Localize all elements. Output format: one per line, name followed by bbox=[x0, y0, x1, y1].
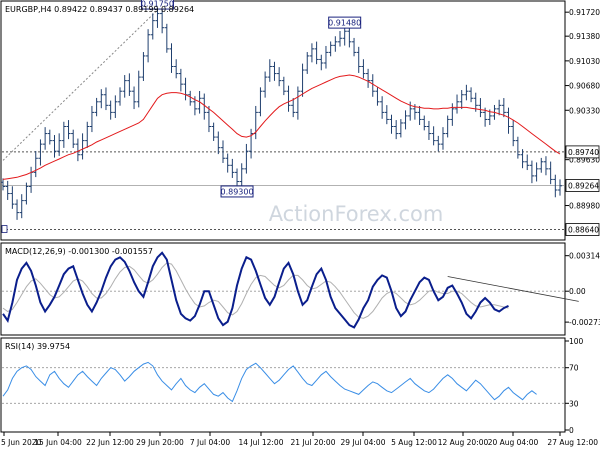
rsi-y-tick-label: 30 bbox=[569, 399, 579, 408]
x-tick-label: 27 Aug 12:00 bbox=[547, 438, 598, 447]
chart-svg: ActionForex.com 0.917500.914800.89300 0.… bbox=[0, 0, 600, 450]
price-tag-label: 0.89264 bbox=[568, 181, 599, 190]
x-tick-label: 29 Jun 20:00 bbox=[136, 438, 184, 447]
rsi-header: RSI(14) 39.9754 bbox=[5, 342, 70, 351]
macd-y-tick-label: 0.003143 bbox=[569, 252, 600, 261]
x-tick-label: 22 Jun 12:00 bbox=[86, 438, 134, 447]
price-y-tick-label: 0.91380 bbox=[569, 32, 600, 41]
price-y-tick-label: 0.88980 bbox=[569, 202, 600, 211]
rsi-y-tick-label: 70 bbox=[569, 364, 579, 373]
x-tick-label: 14 Jul 12:00 bbox=[239, 438, 284, 447]
rsi-y-tick-label: 100 bbox=[569, 337, 584, 346]
price-tag-label: 0.88640 bbox=[568, 226, 599, 235]
price-y-tick-label: 0.90330 bbox=[569, 106, 600, 115]
macd-header: MACD(12,26,9) -0.001300 -0.001557 bbox=[5, 247, 153, 256]
watermark: ActionForex.com bbox=[269, 202, 444, 226]
corner-marker-box bbox=[1, 225, 8, 233]
price-y-tick-label: 0.91720 bbox=[569, 8, 600, 17]
x-tick-label: 5 Aug 12:00 bbox=[391, 438, 437, 447]
price-tag-label: 0.89740 bbox=[568, 148, 599, 157]
price-y-tick-label: 0.91030 bbox=[569, 57, 600, 66]
x-tick-label: 12 Aug 20:00 bbox=[438, 438, 489, 447]
x-tick-label: 15 Jun 04:00 bbox=[34, 438, 82, 447]
price-annotation-label: 0.91480 bbox=[328, 19, 361, 28]
rsi-y-tick-label: 0 bbox=[569, 426, 574, 435]
macd-y-tick-label: 0.00 bbox=[569, 287, 586, 296]
price-annotation-label: 0.89300 bbox=[220, 187, 253, 196]
x-tick-label: 29 Jul 04:00 bbox=[341, 438, 386, 447]
price-chart-header: EURGBP,H4 0.89422 0.89437 0.89199 0.8926… bbox=[5, 5, 194, 14]
price-y-tick-label: 0.90680 bbox=[569, 82, 600, 91]
x-tick-label: 7 Jul 04:00 bbox=[190, 438, 230, 447]
chart-window: ActionForex.com 0.91750 0.91480 0.89300 0.… bbox=[0, 0, 600, 450]
x-tick-label: 20 Aug 04:00 bbox=[488, 438, 539, 447]
x-tick-label: 21 Jul 20:00 bbox=[291, 438, 336, 447]
macd-y-tick-label: -0.002737 bbox=[569, 318, 600, 327]
